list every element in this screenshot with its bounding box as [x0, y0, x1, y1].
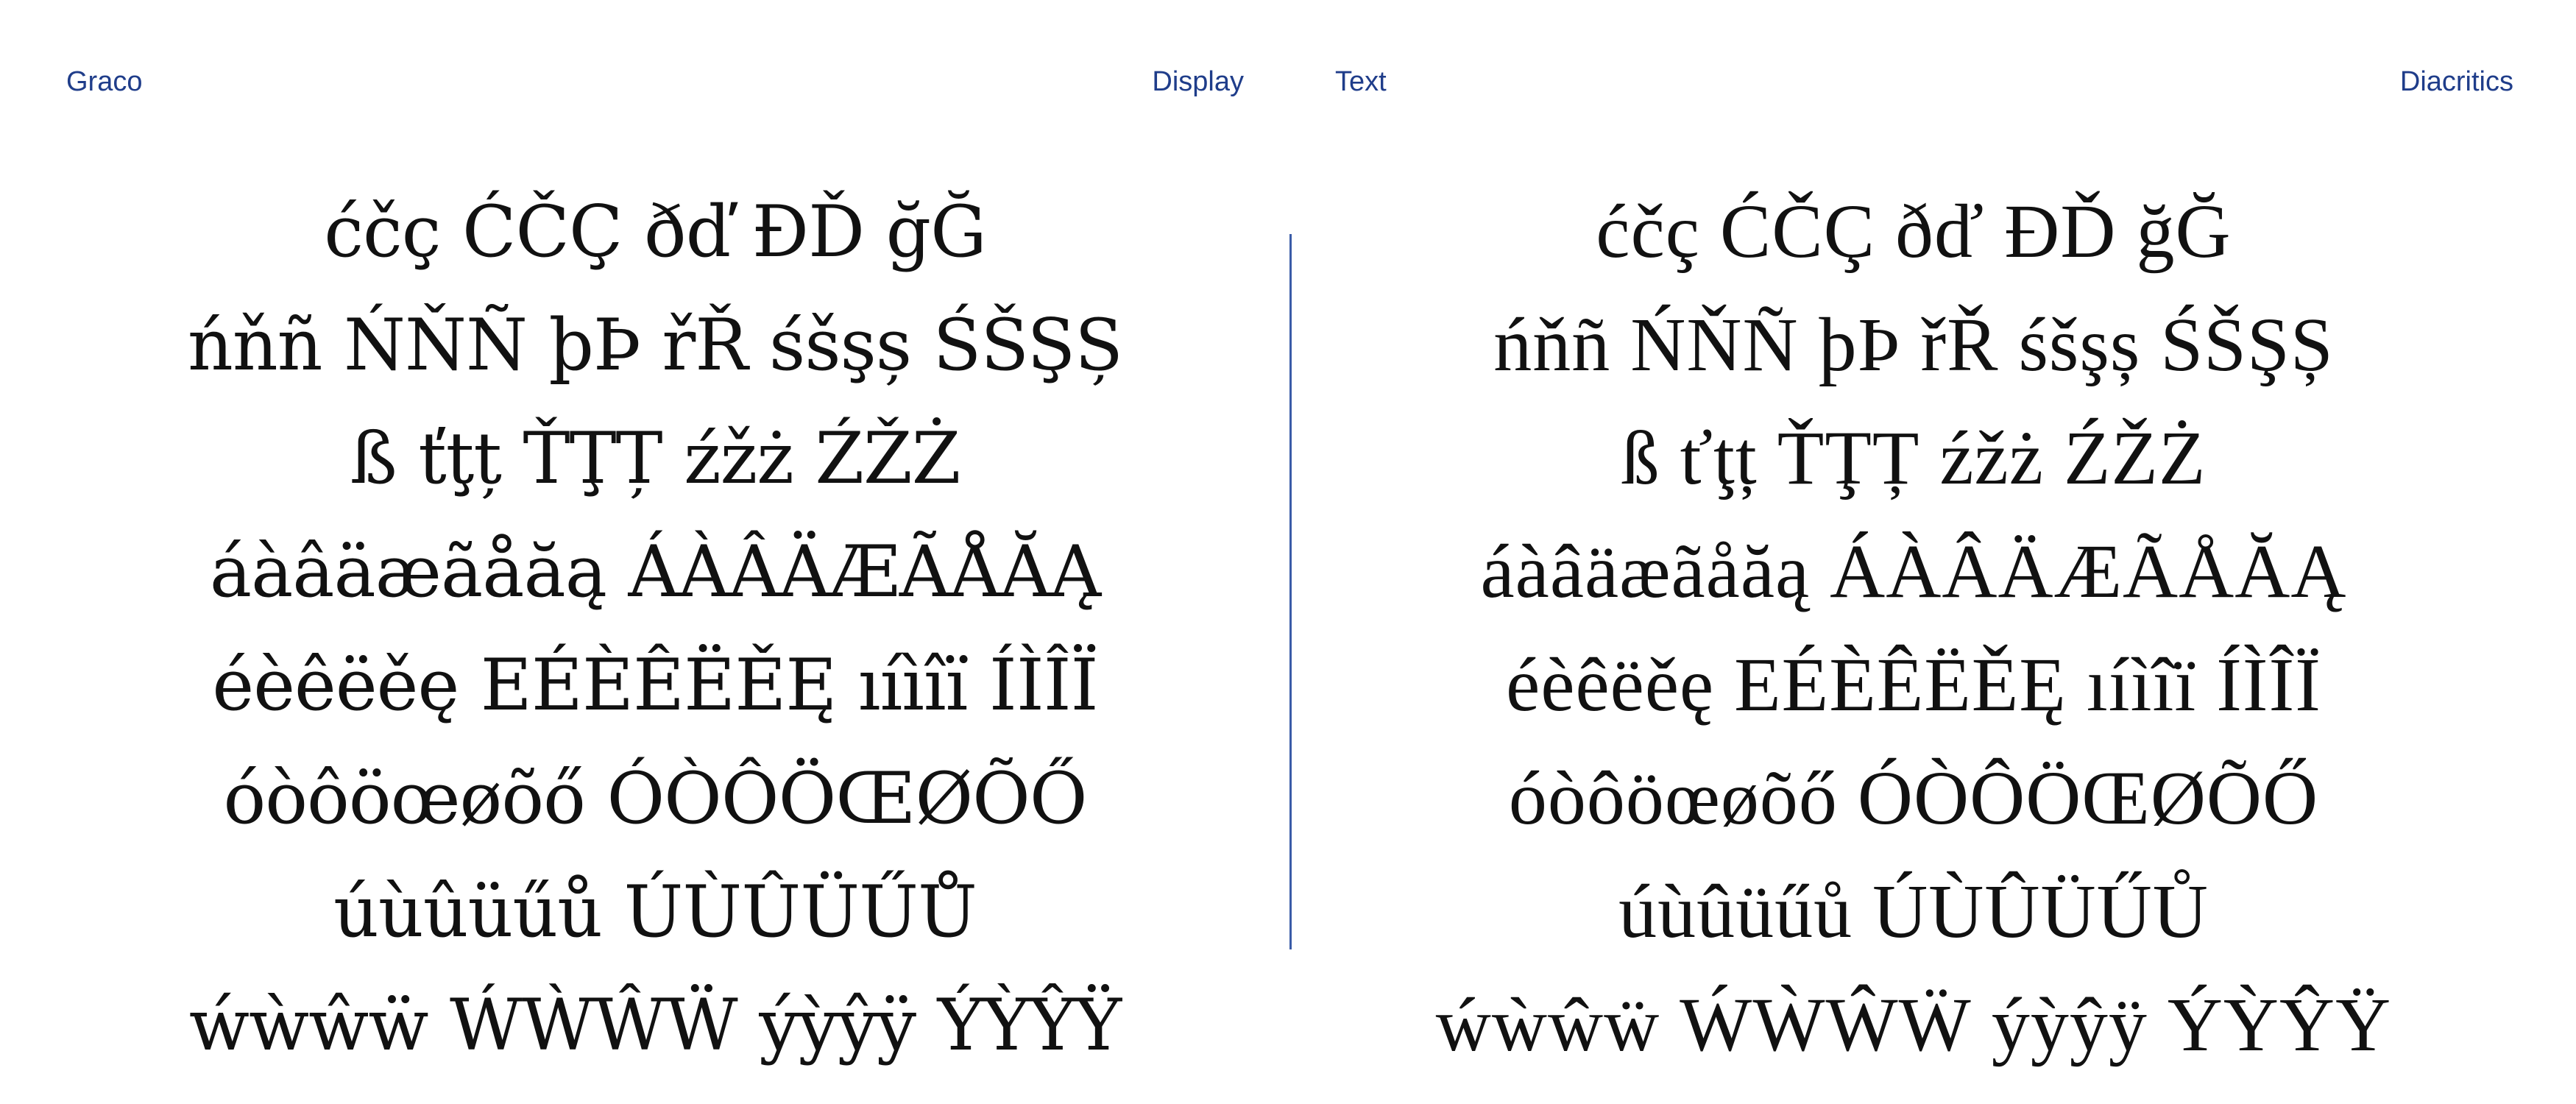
section-diacritics-label: Diacritics [2399, 66, 2513, 97]
text-glyph-line: ńňñ ŃŇÑ þÞ řŘ śšşș ŚŠŞȘ [1493, 302, 2334, 387]
font-name-label: Graco [66, 66, 143, 97]
display-glyph-line: ß ťţț ŤŢȚ źžż ŹŽŻ [350, 417, 961, 500]
column-divider [1289, 234, 1292, 949]
display-glyph-line: éèêëěę EÉÈÊËĚĘ ıíìîï ÍÌÎÏ [212, 644, 1098, 726]
text-glyph-line: áàâäæãåăą ÁÀÂÄÆÃÅĂĄ [1480, 529, 2347, 614]
display-glyph-line: ẃẁŵẅ ẂẀŴẄ ýỳŷÿ ÝỲŶŸ [188, 984, 1122, 1066]
text-glyph-line: úùûüűů ÚÙÛÜŰŮ [1618, 869, 2209, 954]
text-glyph-line: éèêëěę EÉÈÊËĚĘ ıíìîï ÍÌÎÏ [1506, 643, 2321, 727]
text-glyph-line: ćčç ĆČÇ ðď ĐĎ ğĞ [1596, 189, 2232, 274]
text-glyph-line: ß ťţț ŤŢȚ źžż ŹŽŻ [1621, 416, 2207, 500]
display-glyph-line: ńňñ ŃŇÑ þÞ řŘ śšşș ŚŠŞȘ [188, 304, 1123, 386]
style-text-label: Text [1335, 66, 1387, 97]
text-specimen-panel: ćčç ĆČÇ ðď ĐĎ ğĞ ńňñ ŃŇÑ þÞ řŘ śšşș ŚŠŞȘ… [1347, 175, 2480, 1082]
display-specimen-panel: ćčç ĆČÇ ðď ĐĎ ğĞ ńňñ ŃŇÑ þÞ řŘ śšşș ŚŠŞȘ… [110, 175, 1200, 1082]
style-display-label: Display [1152, 66, 1244, 97]
display-glyph-line: áàâäæãåăą ÁÀÂÄÆÃÅĂĄ [209, 531, 1101, 613]
display-glyph-line: ćčç ĆČÇ ðď ĐĎ ğĞ [324, 191, 987, 273]
display-glyph-line: óòôöœøõő ÓÒÔÖŒØÕŐ [223, 757, 1087, 840]
text-glyph-line: ẃẁŵẅ ẂẀŴẄ ýỳŷÿ ÝỲŶŸ [1435, 983, 2392, 1067]
display-glyph-line: úùûüűů ÚÙÛÜŰŮ [333, 871, 977, 953]
text-glyph-line: óòôöœøõő ÓÒÔÖŒØÕŐ [1508, 756, 2319, 841]
